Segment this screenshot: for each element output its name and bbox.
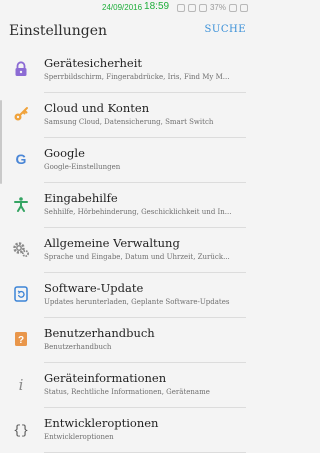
settings-item-info[interactable]: i Geräteinformationen Status, Rechtliche…: [0, 363, 254, 408]
settings-item-accessibility[interactable]: Eingabehilfe Sehhilfe, Hörbehinderung, G…: [0, 183, 254, 228]
signal-icon: [198, 3, 207, 12]
status-icons: 37%: [176, 3, 248, 12]
status-date-time: 24/09/2016 18:59: [102, 1, 170, 13]
settings-item-developer-braces[interactable]: {} Entwickleroptionen Entwickleroptionen: [0, 408, 254, 453]
svg-text:?: ?: [18, 335, 24, 346]
settings-item-user-manual[interactable]: ? Benutzerhandbuch Benutzerhandbuch: [0, 318, 254, 363]
settings-item-title: Google: [44, 146, 85, 160]
settings-item-title: Eingabehilfe: [44, 191, 118, 205]
mute-icon: [176, 3, 185, 12]
settings-item-google[interactable]: G Google Google-Einstellungen: [0, 138, 254, 183]
settings-list: Gerätesicherheit Sperrbildschirm, Finger…: [0, 48, 254, 453]
lock-icon: [12, 60, 30, 78]
user-manual-icon: ?: [12, 330, 30, 348]
settings-item-subtitle: Sperrbildschirm, Fingerabdrücke, Iris, F…: [44, 73, 230, 81]
settings-item-gear[interactable]: Allgemeine Verwaltung Sprache und Eingab…: [0, 228, 254, 273]
power-saving-icon: [240, 3, 248, 12]
settings-item-subtitle: Sehhilfe, Hörbehinderung, Geschicklichke…: [44, 208, 232, 216]
settings-item-subtitle: Updates herunterladen, Geplante Software…: [44, 298, 230, 306]
battery-percent: 37%: [209, 3, 226, 12]
status-time: 18:59: [144, 1, 170, 12]
settings-item-software-update[interactable]: Software-Update Updates herunterladen, G…: [0, 273, 254, 318]
svg-text:G: G: [16, 151, 27, 167]
settings-item-subtitle: Samsung Cloud, Datensicherung, Smart Swi…: [44, 118, 214, 126]
settings-item-subtitle: Google-Einstellungen: [44, 163, 121, 171]
settings-item-title: Cloud und Konten: [44, 101, 150, 115]
app-bar: Einstellungen SUCHE: [0, 16, 254, 48]
software-update-icon: [12, 285, 30, 303]
settings-item-title: Software-Update: [44, 281, 144, 295]
info-icon: i: [12, 375, 30, 393]
battery-icon: [229, 3, 237, 12]
svg-text:i: i: [19, 376, 24, 392]
developer-braces-icon: {}: [12, 420, 30, 438]
key-icon: [12, 105, 30, 123]
settings-item-title: Benutzerhandbuch: [44, 326, 155, 340]
settings-item-subtitle: Benutzerhandbuch: [44, 343, 112, 351]
settings-item-subtitle: Entwickleroptionen: [44, 433, 114, 441]
settings-item-title: Allgemeine Verwaltung: [44, 236, 180, 250]
settings-item-subtitle: Status, Rechtliche Informationen, Geräte…: [44, 388, 210, 396]
google-icon: G: [12, 150, 30, 168]
gear-icon: [12, 240, 30, 258]
settings-item-title: Gerätesicherheit: [44, 56, 143, 70]
settings-item-lock[interactable]: Gerätesicherheit Sperrbildschirm, Finger…: [0, 48, 254, 93]
settings-item-subtitle: Sprache und Eingabe, Datum und Uhrzeit, …: [44, 253, 230, 261]
wifi-icon: [187, 3, 196, 12]
search-button[interactable]: SUCHE: [205, 24, 246, 35]
settings-item-title: Entwickleroptionen: [44, 416, 159, 430]
svg-text:{}: {}: [13, 423, 29, 437]
settings-item-title: Geräteinformationen: [44, 371, 167, 385]
settings-item-key[interactable]: Cloud und Konten Samsung Cloud, Datensic…: [0, 93, 254, 138]
status-bar: 24/09/2016 18:59 37%: [0, 0, 254, 16]
accessibility-icon: [12, 195, 30, 213]
page-title: Einstellungen: [9, 23, 108, 39]
status-date: 24/09/2016: [102, 3, 143, 12]
